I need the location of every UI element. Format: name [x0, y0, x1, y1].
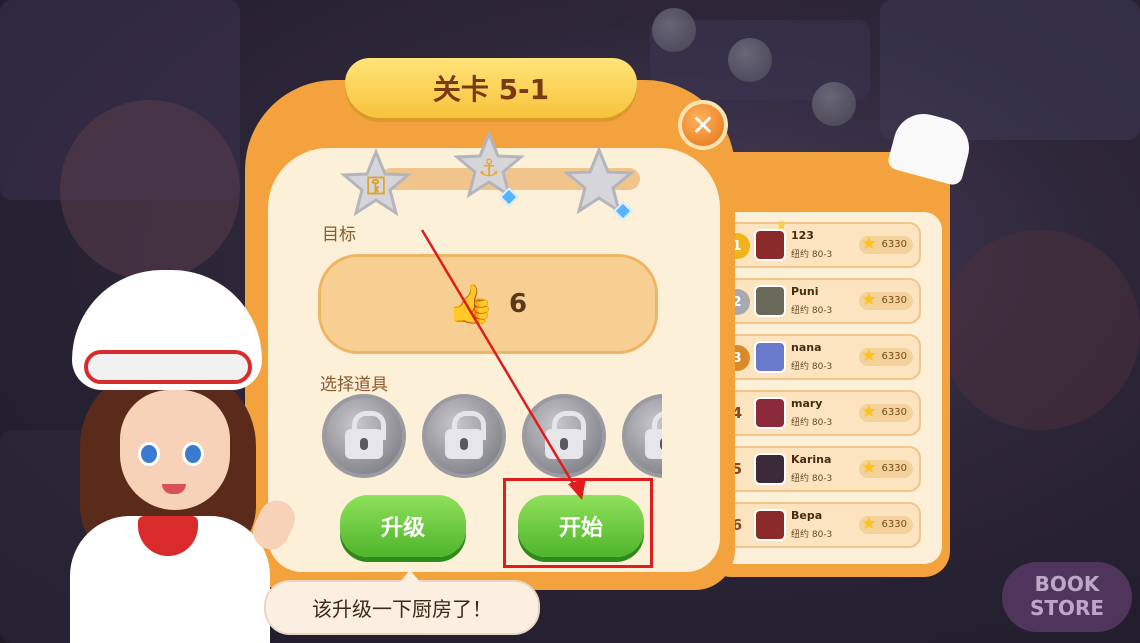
- star-anchor-icon: ⚓: [453, 130, 525, 202]
- star-icon: ★: [860, 289, 877, 310]
- leaderboard-row[interactable]: 5 Karina 纽约 80-3 6330 ★: [716, 446, 921, 492]
- player-name: 123: [791, 229, 814, 242]
- player-name: Вера: [791, 509, 823, 522]
- player-level: 纽约 80-3: [791, 250, 833, 260]
- lock-icon: [445, 411, 486, 459]
- locked-prop-slot[interactable]: [622, 394, 662, 478]
- locked-prop-slot[interactable]: [422, 394, 506, 478]
- goal-box: 👍 6: [318, 254, 658, 354]
- close-icon: ✕: [691, 108, 715, 142]
- player-name: Karina: [791, 453, 832, 466]
- leaderboard-row[interactable]: 4 mary 纽约 80-3 6330 ★: [716, 390, 921, 436]
- leaderboard-row[interactable]: 1 ♛ 123 纽约 80-3 6330 ★: [716, 218, 921, 268]
- background-lock-icon: [652, 8, 696, 52]
- avatar: [754, 341, 786, 373]
- avatar: [754, 453, 786, 485]
- star-icon: ★: [860, 513, 877, 534]
- lock-icon: [545, 411, 586, 459]
- background-lock-icon: [812, 82, 856, 126]
- background-cupcake-shop: [60, 100, 240, 280]
- star-icon: ★: [860, 233, 877, 254]
- player-name: Puni: [791, 285, 819, 298]
- anchor-icon: ⚓: [478, 154, 500, 182]
- avatar: [754, 397, 786, 429]
- player-level: 纽约 80-3: [791, 306, 833, 316]
- star-icon: ★: [860, 457, 877, 478]
- key-icon: ⚿: [366, 172, 386, 200]
- speech-bubble: 该升级一下厨房了！: [264, 570, 540, 635]
- leaderboard-row[interactable]: 3 nana 纽约 80-3 6330 ★: [716, 334, 921, 380]
- locked-prop-slot[interactable]: [322, 394, 406, 478]
- player-level: 纽约 80-3: [791, 362, 833, 372]
- thumbs-up-icon: 👍: [447, 281, 495, 326]
- player-level: 纽约 80-3: [791, 418, 833, 428]
- props-row: [318, 388, 662, 484]
- lock-icon: [345, 411, 386, 459]
- player-name: mary: [791, 397, 823, 410]
- chef-character: [30, 270, 301, 643]
- highlight-box: [503, 478, 653, 568]
- player-name: nana: [791, 341, 822, 354]
- goal-label: 目标: [322, 225, 356, 245]
- crown-icon: ♛: [776, 218, 787, 232]
- avatar: [754, 509, 786, 541]
- background-lock-icon: [728, 38, 772, 82]
- goal-count: 6: [508, 289, 528, 319]
- lock-icon: [645, 411, 662, 459]
- locked-prop-slot[interactable]: [522, 394, 606, 478]
- leaderboard-row[interactable]: 2 Puni 纽约 80-3 6330 ★: [716, 278, 921, 324]
- background-balloons: [940, 230, 1140, 430]
- close-button[interactable]: ✕: [678, 100, 728, 150]
- leaderboard-row[interactable]: 6 Вера 纽约 80-3 6330 ★: [716, 502, 921, 548]
- level-title: 关卡 5-1: [345, 58, 637, 118]
- bookstore-sign: BOOK STORE: [1002, 562, 1132, 632]
- player-level: 纽约 80-3: [791, 530, 833, 540]
- upgrade-button[interactable]: 升级: [340, 495, 466, 557]
- avatar: [754, 285, 786, 317]
- avatar: [754, 229, 786, 261]
- player-level: 纽约 80-3: [791, 474, 833, 484]
- star-icon: ★: [860, 401, 877, 422]
- star-icon: ★: [860, 345, 877, 366]
- star-key-icon: ⚿: [340, 148, 412, 220]
